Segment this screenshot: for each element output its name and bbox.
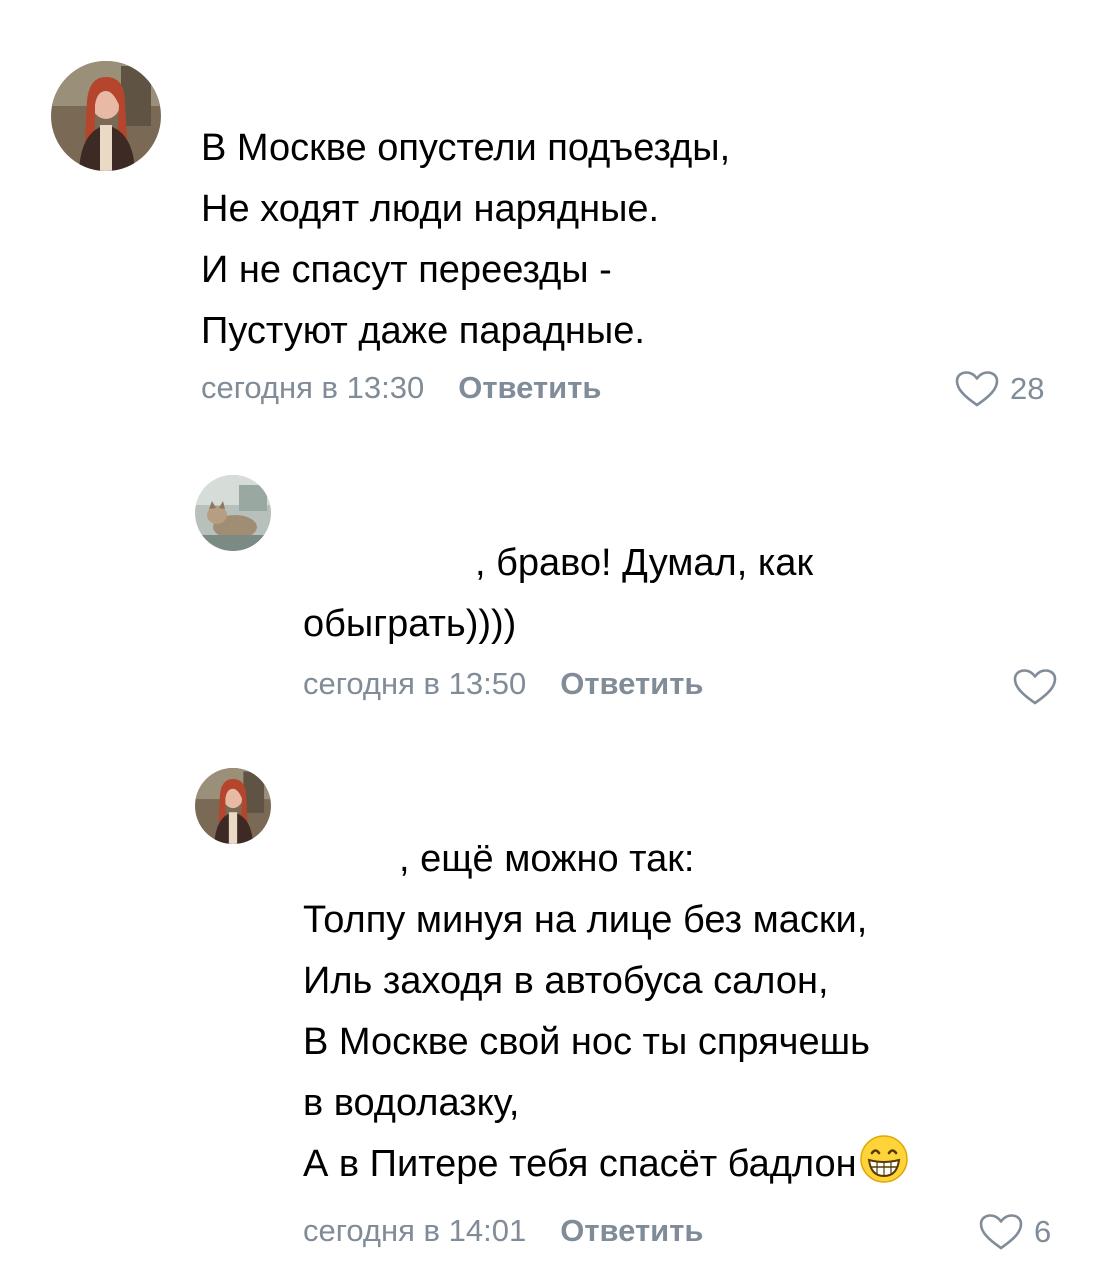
comment-2-timestamp: сегодня в 13:50 (303, 666, 527, 701)
comment-1-avatar[interactable] (51, 61, 161, 171)
comment-3-like-button[interactable]: 6 (978, 1213, 1051, 1251)
comment-2-avatar[interactable] (195, 475, 271, 551)
comment-1-line-3: И не спасут переезды - (201, 249, 612, 291)
comment-3-line-5: в водолазку, (303, 1082, 520, 1124)
comment-3-like-count: 6 (1034, 1214, 1052, 1249)
heart-icon (955, 371, 999, 407)
comment-3-reply-button[interactable]: Ответить (560, 1213, 703, 1248)
comment-3-timestamp: сегодня в 14:01 (303, 1213, 527, 1248)
comment-2-line-2: обыграть)))) (303, 603, 517, 645)
comment-1-reply-button[interactable]: Ответить (458, 370, 601, 405)
comment-3-avatar[interactable] (195, 768, 271, 844)
heart-icon (1013, 669, 1057, 705)
comment-3-line-6-wrap: А в Питере тебя спасёт бадлон (303, 1134, 909, 1195)
comment-3-meta: сегодня в 14:01 Ответить (303, 1213, 703, 1249)
comment-1-line-4: Пустуют даже парадные. (201, 310, 645, 352)
comment-3-line-4: В Москве свой нос ты спрячешь (303, 1021, 870, 1063)
comment-2-reply-button[interactable]: Ответить (560, 666, 703, 701)
comment-1-like-count: 28 (1010, 371, 1045, 406)
comment-2-text: , браво! Думал, как обыграть)))) (303, 533, 813, 655)
comment-3-line-2: Толпу минуя на лице без маски, (303, 899, 868, 941)
comment-2-like-button[interactable] (1012, 668, 1068, 706)
comment-1-like-button[interactable]: 28 (954, 370, 1044, 408)
comment-3-line-6: А в Питере тебя спасёт бадлон (303, 1143, 857, 1185)
heart-icon (979, 1214, 1023, 1250)
comment-2-meta: сегодня в 13:50 Ответить (303, 666, 703, 702)
comment-1-timestamp: сегодня в 13:30 (201, 370, 425, 405)
comment-1-line-2: Не ходят люди нарядные. (201, 188, 660, 230)
comment-2-line-1: , браво! Думал, как (475, 542, 814, 584)
comment-1-meta: сегодня в 13:30 Ответить (201, 370, 601, 406)
comment-3-line-1: , ещё можно так: (399, 838, 695, 880)
comment-1-line-1: В Москве опустели подъезды, (201, 127, 731, 169)
comment-1-text: В Москве опустели подъезды, Не ходят люд… (201, 118, 730, 362)
comment-3-line-3: Иль заходя в автобуса салон, (303, 960, 829, 1002)
comment-3-text: , ещё можно так: Толпу минуя на лице без… (303, 829, 909, 1195)
grinning-face-emoji-icon (859, 1135, 908, 1183)
